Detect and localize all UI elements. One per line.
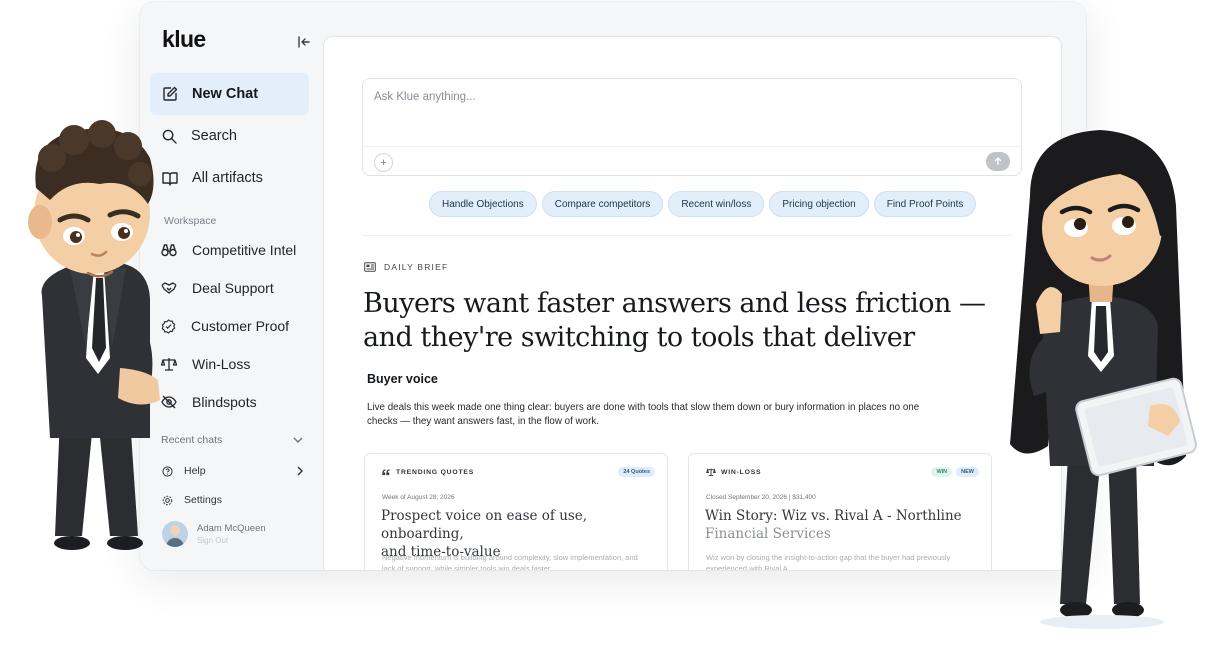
card-tag-label: TRENDING QUOTES xyxy=(396,468,475,476)
card-tag-label: WIN-LOSS xyxy=(721,468,762,476)
settings-label: Settings xyxy=(184,494,222,506)
composer-divider xyxy=(363,146,1021,147)
chip-recent-win-loss[interactable]: Recent win/loss xyxy=(668,191,765,217)
app-window: klue New Chat Search All artifacts Works… xyxy=(140,2,1086,570)
help-label: Help xyxy=(184,465,206,477)
suggestion-chips: Handle Objections Compare competitors Re… xyxy=(429,191,977,217)
newspaper-icon xyxy=(364,262,376,272)
card-meta: Closed September 20, 2026 | $31,400 xyxy=(706,494,816,501)
chevron-down-icon xyxy=(293,437,303,443)
chat-composer: + xyxy=(362,78,1022,176)
collapse-sidebar-icon[interactable] xyxy=(294,32,314,52)
chip-find-proof-points[interactable]: Find Proof Points xyxy=(873,191,977,217)
klue-logo[interactable]: klue xyxy=(162,26,206,53)
sign-out-link[interactable]: Sign Out xyxy=(197,536,266,545)
win-loss-card[interactable]: WIN-LOSS WIN NEW Closed September 20, 20… xyxy=(688,453,992,570)
help-item[interactable]: Help xyxy=(162,465,304,477)
card-title: Win Story: Wiz vs. Rival A - Northline F… xyxy=(705,507,975,543)
new-chat-label: New Chat xyxy=(192,86,259,102)
sidebar-item-label: Win-Loss xyxy=(192,356,251,372)
sidebar-item-deal-support[interactable]: Deal Support xyxy=(161,277,274,299)
sidebar-item-label: Blindspots xyxy=(192,394,257,410)
quote-icon xyxy=(382,468,390,475)
chip-compare-competitors[interactable]: Compare competitors xyxy=(541,191,664,217)
chip-handle-objections[interactable]: Handle Objections xyxy=(429,191,537,217)
sidebar-item-competitive-intel[interactable]: Competitive Intel xyxy=(161,239,296,261)
section-title: Buyer voice xyxy=(367,372,438,386)
trending-quotes-card[interactable]: TRENDING QUOTES 24 Quotes Week of August… xyxy=(364,453,668,570)
businesswoman-illustration xyxy=(1010,130,1198,629)
sidebar-item-label: Deal Support xyxy=(192,280,274,296)
edit-icon xyxy=(163,86,178,101)
settings-item[interactable]: Settings xyxy=(162,494,304,506)
chevron-right-icon xyxy=(297,466,303,476)
brief-paragraph: Live deals this week made one thing clea… xyxy=(367,402,920,427)
divider xyxy=(362,235,1012,236)
card-title-main: Win Story: Wiz vs. Rival A - Northline xyxy=(705,508,962,524)
main-panel: + Handle Objections Compare competitors … xyxy=(323,36,1062,570)
daily-brief-label: DAILY BRIEF xyxy=(384,262,449,272)
user-profile[interactable]: Adam McQueen Sign Out xyxy=(162,521,266,547)
win-badge: WIN xyxy=(931,467,953,477)
card-meta: Week of August 28, 2026 xyxy=(382,494,455,501)
quote-count-badge: 24 Quotes xyxy=(618,467,655,477)
card-description: Wiz won by closing the insight-to-action… xyxy=(706,553,951,570)
sidebar-item-customer-proof[interactable]: Customer Proof xyxy=(161,315,289,337)
card-title-secondary: Financial Services xyxy=(705,526,831,542)
businessman-illustration xyxy=(28,120,160,550)
card-description: Negative momentum is building around com… xyxy=(382,553,638,570)
sidebar-item-label: Customer Proof xyxy=(191,318,290,334)
all-artifacts-label: All artifacts xyxy=(192,170,263,186)
sidebar-item-blindspots[interactable]: Blindspots xyxy=(161,391,257,413)
chat-input[interactable] xyxy=(374,91,934,103)
sidebar-item-label: Competitive Intel xyxy=(192,242,297,258)
user-name: Adam McQueen xyxy=(197,523,266,534)
search-label: Search xyxy=(191,128,237,144)
new-badge: NEW xyxy=(956,467,979,477)
card-title-main: Prospect voice on ease of use, onboardin… xyxy=(381,508,588,542)
daily-brief-header: DAILY BRIEF xyxy=(364,262,448,272)
scale-icon xyxy=(706,468,716,476)
brief-headline: Buyers want faster answers and less fric… xyxy=(363,288,986,353)
new-chat-button[interactable]: New Chat xyxy=(150,73,309,115)
chip-pricing-objection[interactable]: Pricing objection xyxy=(769,191,869,217)
add-attachment-button[interactable]: + xyxy=(374,153,393,172)
recent-chats-toggle[interactable]: Recent chats xyxy=(161,432,303,448)
